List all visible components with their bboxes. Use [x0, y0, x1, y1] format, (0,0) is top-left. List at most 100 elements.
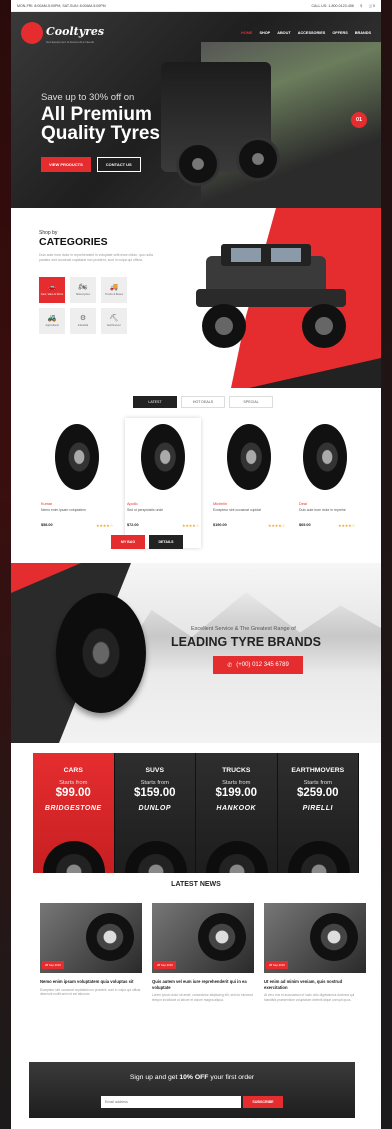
category-cars[interactable]: 🚗 Cars, Vans & SUVs — [39, 277, 65, 303]
product-name[interactable]: Nemo enim ipsam voluptatem — [41, 508, 86, 512]
main-nav: Cooltyres Get Equipment & Automotive Nee… — [11, 12, 381, 54]
news-image[interactable]: 28 Sep 2019 — [264, 903, 366, 973]
category-grid: 🚗 Cars, Vans & SUVs 🏍 Motorcycles 🚚 Trucks … — [39, 277, 169, 334]
categories-section: Shop by CATEGORIES Duis aute irure dolor… — [11, 208, 381, 388]
call-text[interactable]: CALL US: 1-800-0123-456 — [311, 4, 353, 8]
background-right — [381, 0, 392, 1129]
view-products-button[interactable]: VIEW PRODUCTS — [41, 157, 91, 172]
search-icon[interactable]: ⚲ — [360, 4, 363, 8]
product-name[interactable]: Sed ut perspiciatis unde — [127, 508, 163, 512]
product-brand[interactable]: Deal — [299, 502, 307, 506]
product-brand[interactable]: Kumar — [41, 502, 52, 506]
menu-item-shop[interactable]: SHOP — [259, 31, 270, 35]
category-agricultural[interactable]: 🚜 Agricultural — [39, 308, 65, 334]
jeep-image — [196, 244, 346, 348]
phone-button[interactable]: ✆ (+00) 012 345 6789 — [213, 656, 303, 674]
motorcycle-icon: 🏍 — [78, 284, 88, 291]
newsletter-text: Sign up and get 10% OFF your first order — [29, 1074, 355, 1081]
category-trucks[interactable]: 🚚 Trucks & Buses — [101, 277, 127, 303]
menu-item-brands[interactable]: BRANDS — [355, 31, 371, 35]
product-name[interactable]: Excepteur sint occaecat cupidat — [213, 508, 261, 512]
rating-stars: ★★★★☆ — [95, 524, 113, 528]
pricing-title: CARS — [63, 767, 83, 774]
news-image[interactable]: 28 Sep 2019 — [40, 903, 142, 973]
news-section: LATEST NEWS 28 Sep 2019 Nemo enim ipsam … — [11, 873, 381, 1033]
brand-logo: DUNLOP — [138, 805, 172, 812]
categories-desc: Duis aute irure dolor in reprehenderit i… — [39, 253, 153, 262]
menu-item-about[interactable]: ABOUT — [277, 31, 291, 35]
category-label: Motorcycles — [76, 293, 90, 296]
cart-icon[interactable]: 🛒0 — [369, 4, 375, 8]
pricing-title: TRUCKS — [222, 767, 251, 774]
slide-indicator[interactable]: 01 — [351, 112, 367, 128]
email-input[interactable] — [101, 1096, 241, 1108]
tyre-image — [303, 424, 347, 490]
subscribe-button[interactable]: SUBSCRIBE — [243, 1096, 283, 1108]
product-brand[interactable]: Michelin — [213, 502, 227, 506]
news-card[interactable]: 28 Sep 2019 Nemo enim ipsam voluptatem q… — [40, 903, 142, 1002]
pricing-card-suvs[interactable]: SUVS Starts from $159.00 DUNLOP — [114, 753, 196, 873]
menu-item-home[interactable]: HOME — [241, 31, 252, 35]
tractor-icon: 🚜 — [47, 315, 57, 322]
hero-banner: Cooltyres Get Equipment & Automotive Nee… — [11, 12, 381, 208]
categories-title: CATEGORIES — [39, 236, 108, 248]
product-brand[interactable]: Apollo — [127, 502, 138, 506]
page: MON-FRI: 8:00AM-5:00PM, SAT-SUN: 8:00AM-… — [11, 0, 381, 1129]
menu-item-offers[interactable]: OFFERS — [332, 31, 347, 35]
products-section: LATEST HOT DEALS SPECIAL Kumar Nemo enim… — [11, 388, 381, 563]
product-card[interactable]: Michelin Excepteur sint occaecat cupidat… — [211, 418, 287, 548]
car-icon: 🚗 — [47, 284, 57, 291]
my-bag-button[interactable]: MY BAG — [111, 535, 145, 549]
category-label: Trucks & Buses — [104, 293, 124, 296]
tab-latest[interactable]: LATEST — [133, 396, 177, 408]
brands-banner: Excellent Service & The Greatest Range o… — [11, 563, 381, 743]
news-card[interactable]: 28 Sep 2019 Ut enim ad minim veniam, qui… — [264, 903, 366, 1002]
news-headline[interactable]: Ut enim ad minim veniam, quis nostrud ex… — [264, 979, 366, 990]
tab-special[interactable]: SPECIAL — [229, 396, 273, 408]
pricing-section: CARS Starts from $99.00 BRIDGESTONE SUVS… — [11, 743, 381, 873]
logo[interactable]: Cooltyres Get Equipment & Automotive Nee… — [21, 22, 104, 44]
pricing-price: $159.00 — [133, 787, 176, 799]
details-button[interactable]: DETAILS — [149, 535, 183, 549]
pricing-starts: Starts from — [303, 780, 332, 786]
product-price: $69.00 — [299, 523, 311, 527]
category-earthmover[interactable]: ⛏ Earthmover — [101, 308, 127, 334]
truck-wheel — [236, 137, 280, 181]
newsletter-discount: 10% OFF — [179, 1074, 209, 1081]
truck-icon: 🚚 — [109, 284, 119, 291]
news-card[interactable]: 28 Sep 2019 Quis autem vel eum iure repr… — [152, 903, 254, 1002]
tab-hot-deals[interactable]: HOT DEALS — [181, 396, 225, 408]
product-card[interactable]: Kumar Nemo enim ipsam voluptatem $58.00 … — [39, 418, 115, 548]
tyre-image — [287, 841, 350, 873]
pricing-card-trucks[interactable]: TRUCKS Starts from $199.00 HANKOOK — [196, 753, 278, 873]
pricing-starts: Starts from — [59, 780, 88, 786]
pricing-title: EARTHMOVERS — [291, 767, 345, 774]
contact-us-button[interactable]: CONTACT US — [96, 157, 141, 172]
hours-text: MON-FRI: 8:00AM-5:00PM, SAT-SUN: 8:00AM-… — [17, 3, 106, 8]
rating-stars: ★★★★☆ — [267, 524, 285, 528]
news-headline[interactable]: Quis autem vel eum iure reprehenderit qu… — [152, 979, 254, 990]
hero-subtitle: Save up to 30% off on — [41, 92, 135, 103]
category-motorcycles[interactable]: 🏍 Motorcycles — [70, 277, 96, 303]
category-industrial[interactable]: ⚙ Industrial — [70, 308, 96, 334]
news-headline[interactable]: Nemo enim ipsam voluptatem quia voluptas… — [40, 979, 142, 985]
brand-logo: BRIDGESTONE — [44, 805, 102, 812]
news-title: LATEST NEWS — [171, 881, 221, 888]
pricing-price: $259.00 — [296, 787, 339, 799]
product-card[interactable]: Deal Duis aute irure dolor in reprehe $6… — [297, 418, 357, 548]
product-name[interactable]: Duis aute irure dolor in reprehe — [299, 508, 346, 512]
pricing-starts: Starts from — [140, 780, 169, 786]
pricing-card-cars[interactable]: CARS Starts from $99.00 BRIDGESTONE — [33, 753, 115, 873]
menu-item-accessories[interactable]: ACCESSORIES — [298, 31, 326, 35]
product-card[interactable]: Apollo Sed ut perspiciatis unde $72.00 ★… — [125, 418, 201, 548]
tyre-image — [206, 841, 268, 873]
logo-tyre-icon — [21, 22, 43, 44]
wheel-graphic — [310, 913, 358, 961]
pricing-title: SUVS — [145, 767, 164, 774]
rating-stars: ★★★★☆ — [181, 524, 199, 528]
news-image[interactable]: 28 Sep 2019 — [152, 903, 254, 973]
tyre-image — [43, 841, 105, 873]
rating-stars: ★★★★☆ — [337, 524, 355, 528]
news-excerpt: At vero eos et accusamus et iusto odio d… — [264, 993, 355, 1002]
pricing-card-earthmovers[interactable]: EARTHMOVERS Starts from $259.00 PIRELLI — [277, 753, 359, 873]
